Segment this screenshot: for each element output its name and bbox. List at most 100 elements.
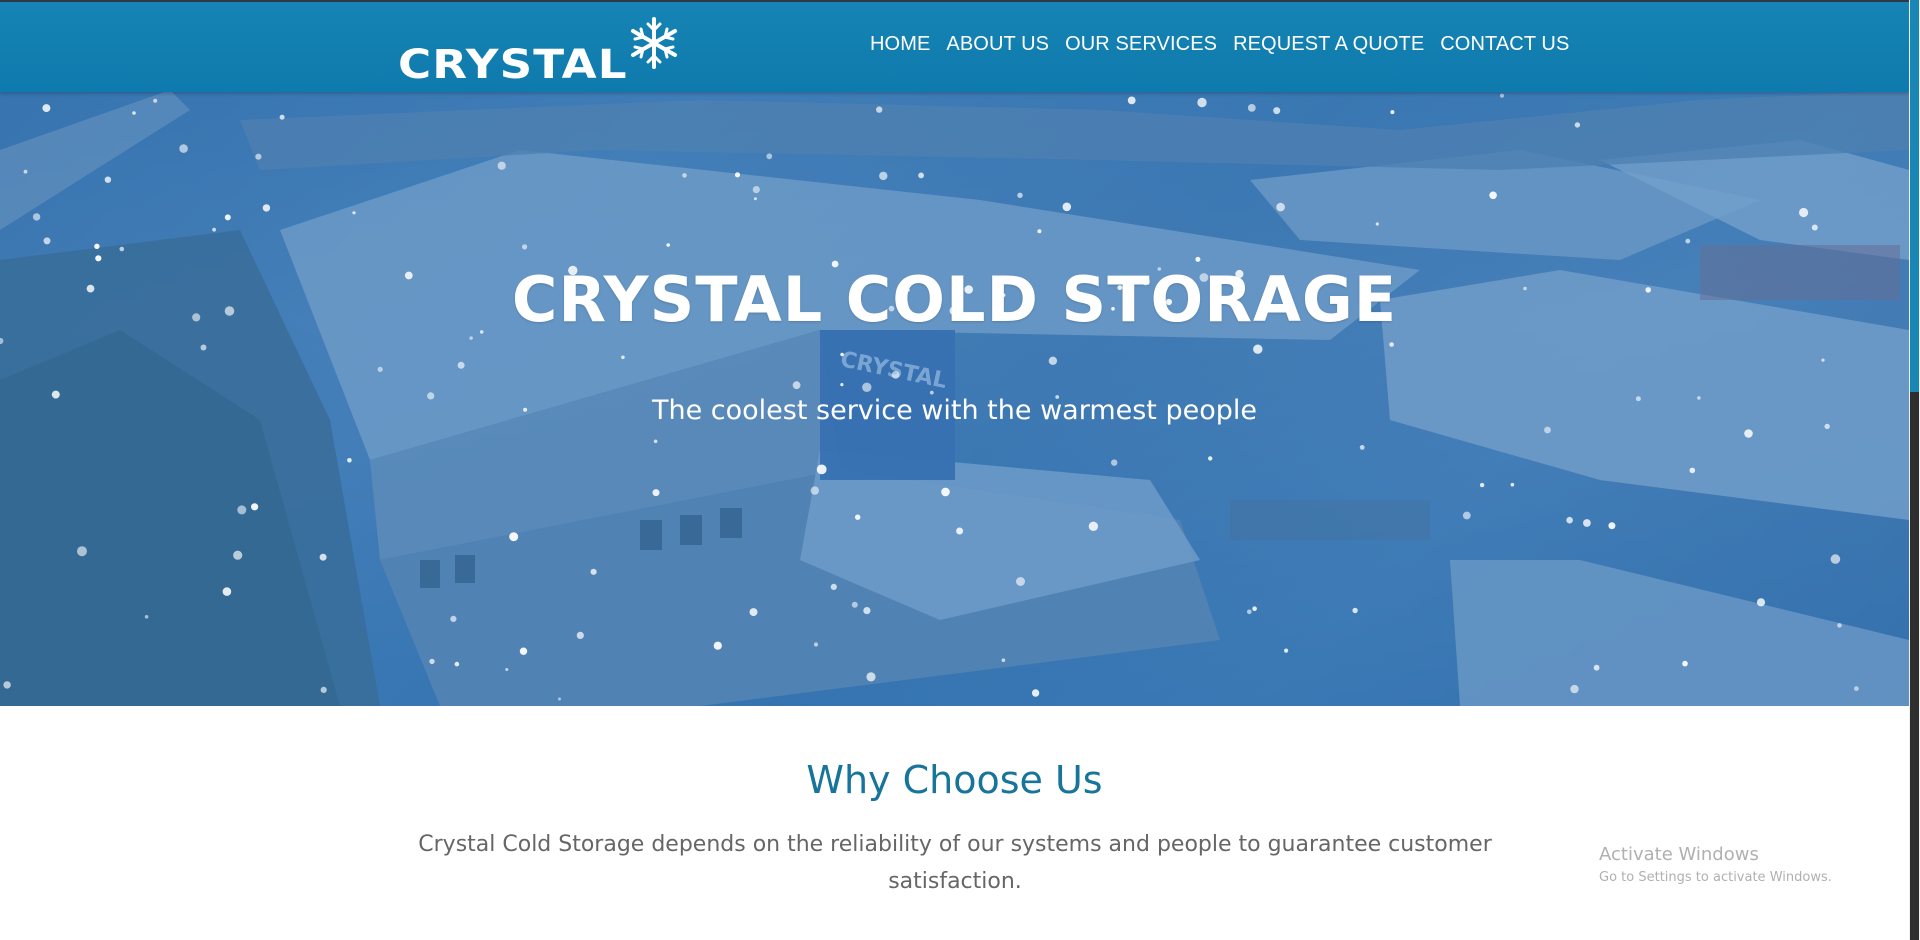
snowflake-dot <box>429 658 435 665</box>
page: CRYSTAL CRYSTAL COLD STORAGE The coolest… <box>0 0 1920 940</box>
snowflake-dot <box>509 532 519 542</box>
hero-subtitle: The coolest service with the warmest peo… <box>651 395 1257 426</box>
hero-title: CRYSTAL COLD STORAGE <box>511 263 1398 336</box>
snowflake-dot <box>840 383 844 387</box>
snowflake-dot <box>1284 648 1289 653</box>
snowflake-dot <box>255 153 262 160</box>
snowflake-dot <box>23 169 28 174</box>
snowflake-dot <box>144 615 149 619</box>
snowfall <box>0 0 1862 701</box>
snowflake-dot <box>352 211 356 215</box>
snowflake-dot <box>95 255 102 262</box>
nav-our-services[interactable]: OUR SERVICES <box>1065 33 1217 56</box>
snowflake-dot <box>1685 238 1691 244</box>
snowflake-dot <box>454 661 460 667</box>
snowflake-dot <box>104 176 112 183</box>
snowflake-dot <box>200 344 207 351</box>
snowflake-dot <box>682 173 687 178</box>
activate-windows-subtitle: Go to Settings to activate Windows. <box>1599 870 1832 885</box>
snowflake-dot <box>752 186 760 194</box>
nav-request-a-quote[interactable]: REQUEST A QUOTE <box>1233 33 1424 56</box>
nav-about-us[interactable]: ABOUT US <box>946 33 1049 56</box>
snowflake-dot <box>1111 459 1118 466</box>
snowflake-dot <box>1389 342 1394 347</box>
snowflake-dot <box>830 583 837 591</box>
snowflake-dot <box>851 601 858 608</box>
snowflake-dot <box>810 486 819 495</box>
snowflake-dot <box>1208 456 1213 461</box>
snowflake-dot <box>1821 358 1825 362</box>
snowflake-dot <box>590 568 597 575</box>
snowflake-dot <box>94 243 100 249</box>
nav-home[interactable]: HOME <box>870 33 930 56</box>
nav-contact-us[interactable]: CONTACT US <box>1440 33 1569 56</box>
snowflake-dot <box>42 104 51 113</box>
crystal-logo[interactable]: CRYSTAL <box>398 16 680 82</box>
snowflake-dot <box>1195 256 1201 262</box>
snowflake-dot <box>1593 664 1600 671</box>
snowflake-dot <box>1247 104 1256 112</box>
snowflake-dot <box>753 197 757 201</box>
snowflake-dot <box>1744 429 1753 438</box>
snowflake-dot <box>813 642 819 647</box>
snowflake-dot <box>1273 107 1281 115</box>
snowflake-dot <box>132 111 136 115</box>
snowflake-dot <box>1017 192 1023 198</box>
snowflake-dot <box>1570 684 1579 694</box>
snowflake-dot <box>1462 511 1471 520</box>
scrollbar-upper <box>1910 0 1919 392</box>
main-nav: HOME ABOUT US OUR SERVICES REQUEST A QUO… <box>870 33 1585 56</box>
snowflake-dot <box>734 172 741 178</box>
snowflake-dot <box>941 487 950 497</box>
snowflake-dot <box>576 631 584 640</box>
snowflake-dot <box>1574 122 1581 128</box>
snowflake-dot <box>1352 607 1358 614</box>
activate-windows-watermark: Activate Windows Go to Settings to activ… <box>1599 844 1832 885</box>
snowflake-dot <box>497 161 506 170</box>
snowflake-dot <box>1682 660 1688 667</box>
snowflake-icon <box>631 17 677 69</box>
snowflake-dot <box>251 503 259 511</box>
snowflake-dot <box>347 458 352 463</box>
snowflake-dot <box>212 227 217 232</box>
snowflake-dot <box>1031 689 1040 697</box>
snowflake-dot <box>1489 191 1497 200</box>
snowflake-dot <box>1756 598 1766 607</box>
snowflake-dot <box>1799 207 1809 218</box>
snowflake-dot <box>222 587 232 596</box>
snowflake-dot <box>653 439 658 444</box>
snowflake-dot <box>1390 110 1395 115</box>
snowflake-dot <box>1837 623 1842 628</box>
snowflake-dot <box>862 382 872 392</box>
snowflake-dot <box>519 647 528 655</box>
snowflake-dot <box>1479 482 1485 488</box>
snowflake-dot <box>652 489 660 497</box>
snowflake-dot <box>816 464 827 475</box>
snowflake-dot <box>749 608 758 617</box>
snowflake-dot <box>1811 224 1818 231</box>
snowflake-dot <box>1048 356 1058 365</box>
why-choose-us-text: Crystal Cold Storage depends on the reli… <box>418 832 1492 894</box>
snowflake-dot <box>1197 97 1207 108</box>
snowflake-dot <box>1830 554 1841 564</box>
hero-section: CRYSTAL CRYSTAL COLD STORAGE The coolest… <box>0 0 1909 706</box>
snowflake-dot <box>1608 522 1616 530</box>
snowflake-dot <box>1001 658 1006 662</box>
snowflake-dot <box>77 546 87 557</box>
snowflake-dot <box>279 114 285 120</box>
snowflake-dot <box>863 607 871 615</box>
scrollbar-thumb[interactable] <box>1910 392 1919 940</box>
logo-text: CRYSTAL <box>398 41 628 82</box>
snowflake-dot <box>262 204 271 212</box>
snowflake-dot <box>320 686 327 694</box>
snowflake-dot <box>1544 426 1551 434</box>
snowflake-dot <box>1566 516 1573 524</box>
snowflake-dot <box>3 681 11 689</box>
snowflake-dot <box>1127 96 1136 105</box>
snowflake-dot <box>558 697 561 701</box>
snowflake-dot <box>469 336 473 340</box>
snowflake-dot <box>1037 229 1042 234</box>
snowflake-dot <box>918 172 924 179</box>
snowflake-dot <box>233 550 243 560</box>
snowflake-dot <box>522 244 528 250</box>
